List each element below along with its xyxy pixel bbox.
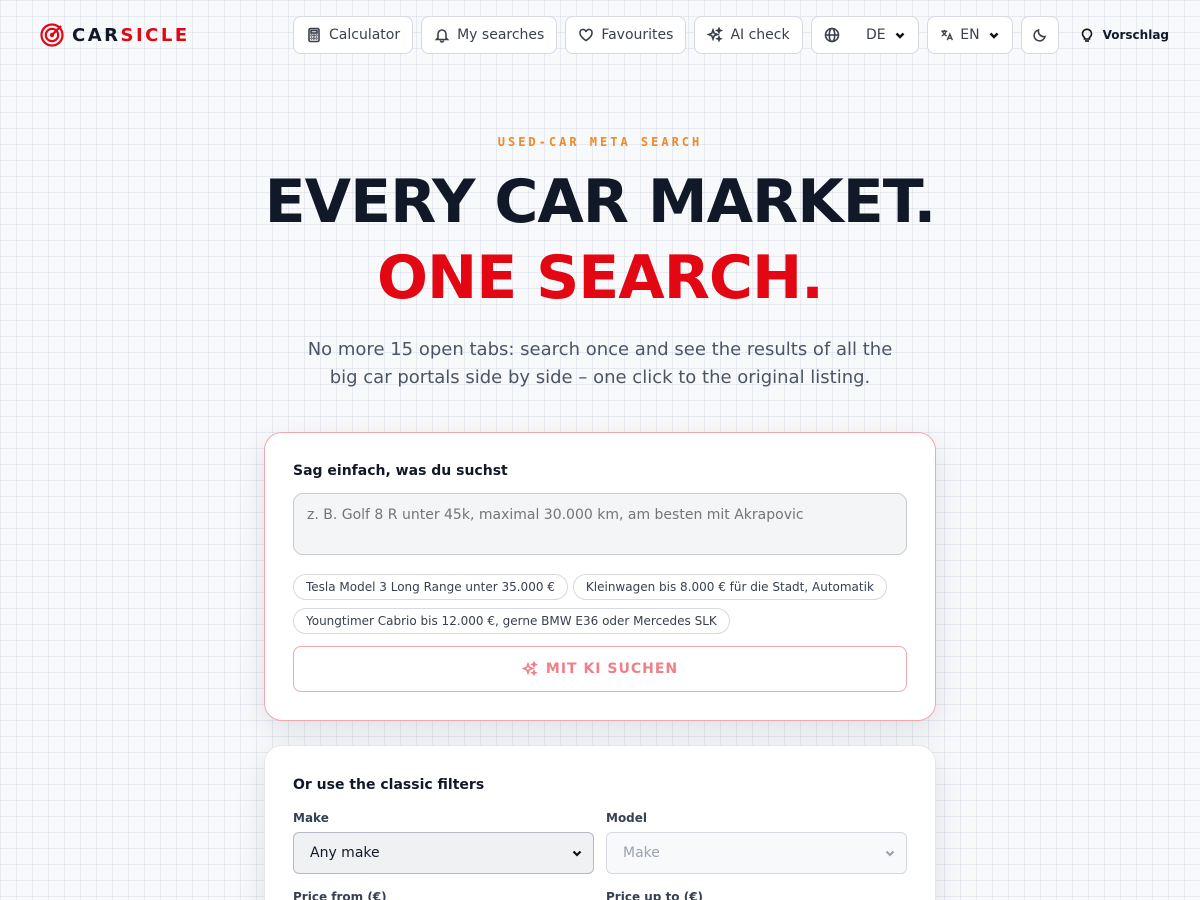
sparkles-icon	[521, 661, 538, 677]
heart-icon	[579, 28, 594, 42]
favourites-button[interactable]: Favourites	[565, 16, 687, 54]
logo-target-icon	[40, 23, 64, 47]
chevron-down-icon	[895, 32, 904, 39]
model-select[interactable]: Make	[606, 832, 907, 874]
suggestion-chips: Tesla Model 3 Long Range unter 35.000 € K…	[293, 574, 913, 642]
chevron-down-icon	[885, 850, 895, 857]
country-value: DE	[865, 27, 886, 43]
hero-eyebrow: USED-CAR META SEARCH	[497, 135, 703, 149]
make-select-value: Any make	[310, 845, 380, 861]
language-value: EN	[960, 27, 980, 43]
hero-subtitle: No more 15 open tabs: search once and se…	[307, 339, 893, 388]
header: CARSICLE Calculator My searches Favourit…	[0, 0, 1200, 70]
ai-check-label: AI check	[730, 27, 790, 43]
make-select[interactable]: Any make	[293, 832, 594, 874]
my-searches-button[interactable]: My searches	[421, 16, 558, 54]
model-label: Model	[606, 811, 648, 825]
suggestion-chip[interactable]: Tesla Model 3 Long Range unter 35.000 €	[293, 574, 568, 600]
model-select-value: Make	[623, 845, 660, 861]
make-label: Make	[293, 811, 329, 825]
country-select[interactable]: DE	[810, 16, 919, 54]
calculator-button[interactable]: Calculator	[293, 16, 414, 54]
chevron-down-icon	[989, 32, 998, 39]
calculator-icon	[308, 27, 320, 43]
sparkles-icon	[707, 27, 724, 43]
lightbulb-icon	[1081, 28, 1092, 42]
classic-filters-card: Or use the classic filters Make Any make…	[264, 745, 936, 900]
hero-headline-accent: ONE SEARCH.	[377, 243, 824, 313]
chevron-down-icon	[572, 850, 582, 857]
ai-search-card: Sag einfach, was du suchst Tesla Model 3…	[264, 432, 936, 721]
logo-text: CARSICLE	[72, 24, 190, 46]
suggestion-link[interactable]: Vorschlag	[1079, 27, 1169, 43]
language-select[interactable]: EN	[926, 16, 1013, 54]
price-to-label: Price up to (€)	[606, 890, 704, 900]
ai-check-button[interactable]: AI check	[694, 16, 803, 54]
price-from-label: Price from (€)	[293, 890, 387, 900]
dark-mode-toggle[interactable]	[1020, 16, 1059, 54]
calculator-label: Calculator	[329, 27, 401, 43]
globe-icon	[824, 27, 839, 43]
ai-search-button-label: MIT KI SUCHEN	[545, 661, 679, 677]
hero-headline: EVERY CAR MARKET.	[264, 167, 937, 237]
suggestion-chip[interactable]: Kleinwagen bis 8.000 € für die Stadt, Au…	[572, 574, 887, 600]
top-nav: Calculator My searches Favourites AI che…	[293, 16, 1169, 54]
suggestion-label: Vorschlag	[1102, 28, 1170, 42]
my-searches-label: My searches	[457, 27, 545, 43]
moon-icon	[1032, 28, 1046, 42]
ai-search-input[interactable]	[293, 493, 907, 555]
logo[interactable]: CARSICLE	[40, 23, 190, 47]
translate-icon	[940, 29, 953, 41]
favourites-label: Favourites	[601, 27, 674, 43]
ai-search-title: Sag einfach, was du suchst	[293, 463, 508, 479]
suggestion-chip[interactable]: Youngtimer Cabrio bis 12.000 €, gerne BM…	[293, 608, 730, 634]
bell-icon	[434, 29, 450, 43]
ai-search-button[interactable]: MIT KI SUCHEN	[293, 646, 907, 692]
filters-title: Or use the classic filters	[293, 777, 485, 793]
